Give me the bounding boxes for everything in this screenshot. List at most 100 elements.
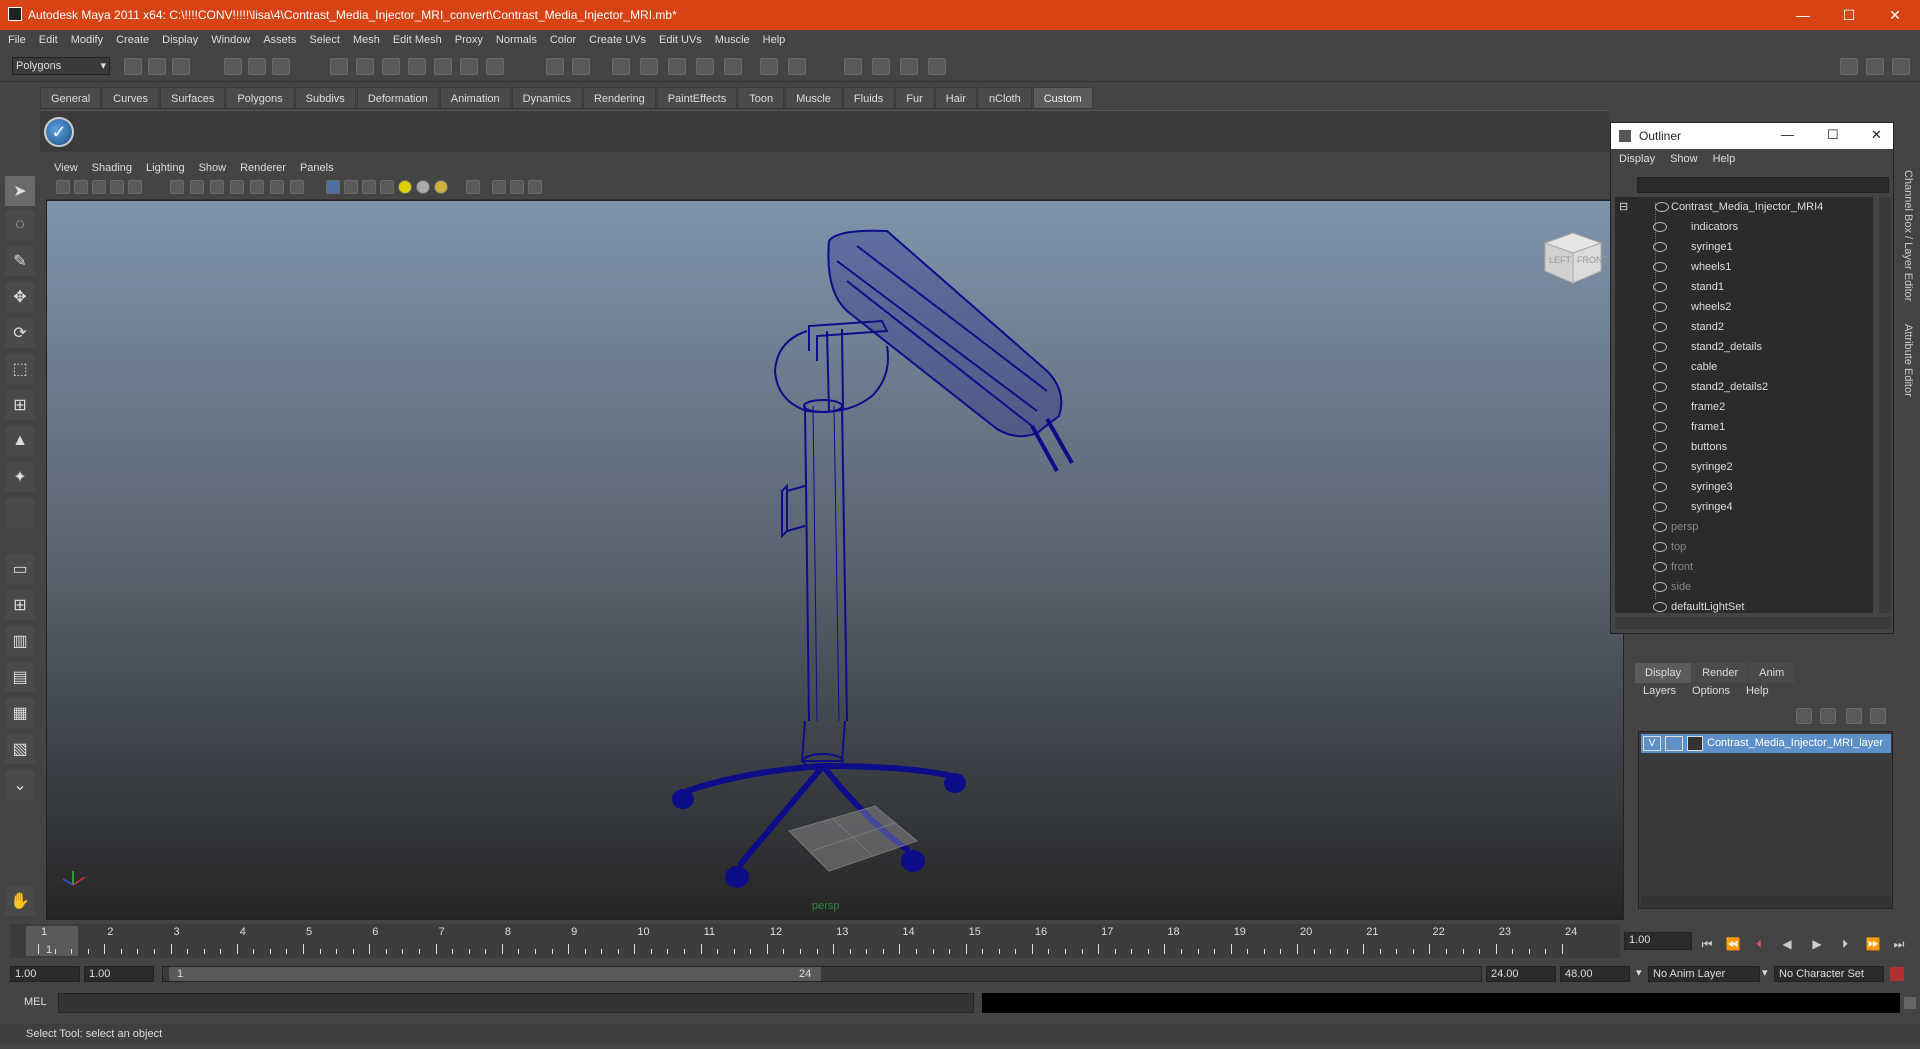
outliner-item[interactable]: indicators [1691,217,1738,237]
menu-create-uvs[interactable]: Create UVs [589,34,646,46]
menu-file[interactable]: File [8,34,26,46]
character-set-field[interactable]: No Character Set [1774,966,1884,982]
hud-icon[interactable] [528,180,542,194]
outliner-maximize-button[interactable]: ☐ [1827,127,1839,143]
safe-title-icon[interactable] [290,180,304,194]
shelf-tab-curves[interactable]: Curves [102,87,159,109]
render-view-icon[interactable] [724,58,742,75]
outliner-item[interactable]: stand2_details2 [1691,377,1768,397]
perspective-viewport[interactable]: LEFT FRONT [46,200,1624,920]
script-editor-button-icon[interactable] [1904,997,1916,1009]
layer-visibility-toggle[interactable]: V [1643,736,1661,751]
xray-joints-icon[interactable] [510,180,524,194]
display-layer-row[interactable]: V Contrast_Media_Injector_MRI_layer [1641,734,1891,753]
attribute-editor-toggle-icon[interactable] [1840,58,1858,75]
outliner-item[interactable]: stand1 [1691,277,1724,297]
layer-options-icon[interactable] [1870,708,1886,724]
step-back-frame-icon[interactable]: ⏴ [1748,934,1770,954]
outliner-vertical-scrollbar[interactable] [1879,197,1891,613]
menu-muscle[interactable]: Muscle [715,34,750,46]
shelf-tab-polygons[interactable]: Polygons [226,87,294,109]
camera-icon[interactable] [844,58,862,75]
layer-menu-help[interactable]: Help [1746,685,1769,697]
shelf-tab-custom[interactable]: Custom [1032,87,1093,109]
lock-icon[interactable] [546,58,564,75]
current-time-field[interactable]: 1.00 [1624,932,1692,950]
field-chart-icon[interactable] [250,180,264,194]
channel-box-dock-tab[interactable]: Channel Box / Layer Editor [1902,170,1914,301]
playback-start-field[interactable]: 1.00 [84,966,154,982]
wireframe-on-shaded-icon[interactable] [362,180,376,194]
outliner-list[interactable]: ⊟ Contrast_Media_Injector_MRI4 indicator… [1615,197,1873,613]
resolution-gate-icon[interactable] [210,180,224,194]
select-object-icon[interactable] [248,58,266,75]
shadows-icon[interactable] [434,180,448,194]
layer-color-swatch[interactable] [1687,736,1703,751]
show-manipulator-icon[interactable]: ✦ [5,462,35,492]
shelf-tab-deformation[interactable]: Deformation [356,87,439,109]
go-to-start-icon[interactable]: ⏮ [1696,934,1718,954]
open-scene-icon[interactable] [148,58,166,75]
go-to-end-icon[interactable]: ⏭ [1888,934,1910,954]
step-forward-key-icon[interactable]: ⏩ [1862,934,1884,954]
render-icon[interactable] [612,58,630,75]
layer-from-selected-icon[interactable] [1846,708,1862,724]
channel-box-toggle-icon[interactable] [1892,58,1910,75]
outliner-item[interactable]: buttons [1691,437,1727,457]
step-forward-frame-icon[interactable]: ⏵ [1834,934,1856,954]
new-layer-icon[interactable] [1796,708,1812,724]
snap-curve-icon[interactable] [356,58,374,75]
anim-layer-dropdown-arrow[interactable]: ▾ [1636,966,1642,979]
render-settings-icon[interactable] [668,58,686,75]
film-gate-icon[interactable] [190,180,204,194]
paint-select-tool-icon[interactable]: ✎ [5,246,35,276]
single-pane-layout-icon[interactable]: ▭ [5,554,35,584]
menu-edit-uvs[interactable]: Edit UVs [659,34,702,46]
isolate-select-icon[interactable] [466,180,480,194]
more-layouts-icon[interactable]: ⌄ [5,770,35,800]
highlight-icon[interactable] [572,58,590,75]
shelf-tab-general[interactable]: General [40,87,102,109]
default-light-icon[interactable] [398,180,412,194]
playback-end-field[interactable]: 24.00 [1486,966,1556,982]
scale-tool-icon[interactable]: ⬚ [5,354,35,384]
camera-select-icon[interactable] [56,180,70,194]
range-slider-track[interactable]: 1 24 [162,966,1482,982]
clapboard-icon[interactable] [872,58,890,75]
all-lights-icon[interactable] [416,180,430,194]
gate-mask-icon[interactable] [230,180,244,194]
layer-type-toggle[interactable] [1665,736,1683,751]
shelf-tab-rendering[interactable]: Rendering [582,87,656,109]
wireframe-icon[interactable] [326,180,340,194]
outliner-item[interactable]: stand2 [1691,317,1724,337]
outliner-item[interactable]: syringe2 [1691,457,1733,477]
shelf-tab-ncloth[interactable]: nCloth [977,87,1032,109]
safe-action-icon[interactable] [270,180,284,194]
shelf-tab-fur[interactable]: Fur [895,87,934,109]
attribute-editor-dock-tab[interactable]: Attribute Editor [1902,324,1914,397]
bookmark-icon[interactable] [92,180,106,194]
minimize-button[interactable]: — [1780,0,1826,30]
outliner-horizontal-scrollbar[interactable] [1615,617,1891,629]
select-tool-icon[interactable]: ➤ [5,176,35,206]
snap-grid-icon[interactable] [330,58,348,75]
outliner-item-camera[interactable]: top [1671,537,1686,557]
snap-plane-icon[interactable] [408,58,426,75]
graph-layout-icon[interactable]: ▧ [5,734,35,764]
outliner-collapse-toggle[interactable]: ⊟ [1619,197,1628,217]
outliner-item[interactable]: wheels2 [1691,297,1731,317]
help-icon[interactable] [486,58,504,75]
hypershade-layout-icon[interactable]: ▦ [5,698,35,728]
tab-anim[interactable]: Anim [1749,663,1795,683]
shelf-tab-toon[interactable]: Toon [738,87,785,109]
snap-point-icon[interactable] [382,58,400,75]
outliner-item-camera[interactable]: persp [1671,517,1699,537]
animation-start-field[interactable]: 1.00 [10,966,80,982]
close-button[interactable]: ✕ [1872,0,1918,30]
soft-modification-icon[interactable]: ▲ [5,426,35,456]
four-pane-layout-icon[interactable]: ⊞ [5,590,35,620]
persp-outliner-layout-icon[interactable]: ▥ [5,626,35,656]
menu-mesh[interactable]: Mesh [353,34,380,46]
shelf-tab-muscle[interactable]: Muscle [785,87,842,109]
outliner-item[interactable]: cable [1691,357,1717,377]
